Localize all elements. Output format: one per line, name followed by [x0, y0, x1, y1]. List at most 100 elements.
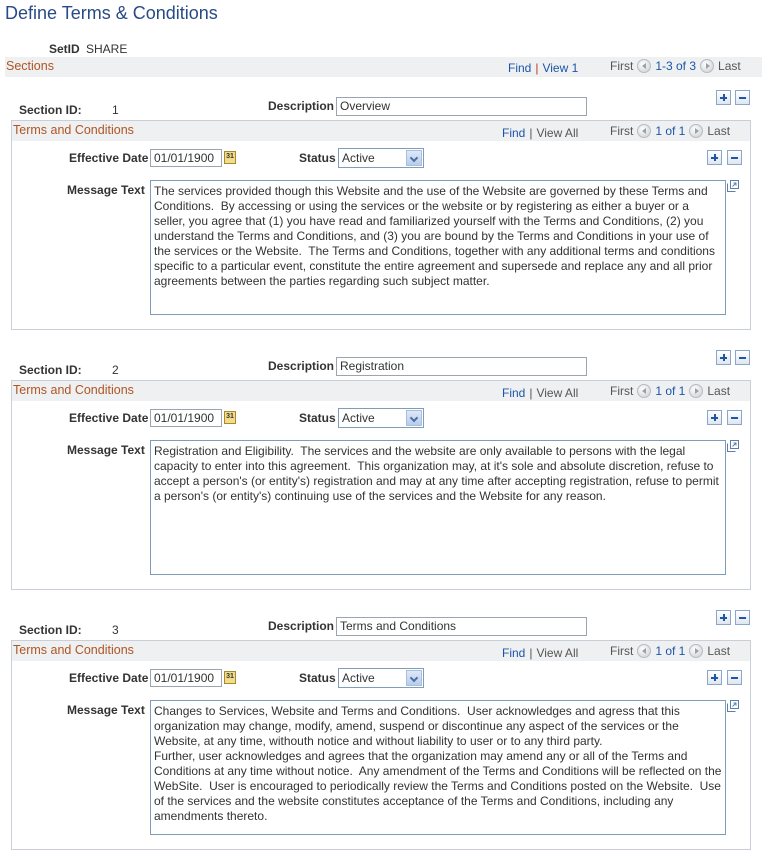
- terms-nav: Find | View All: [502, 386, 578, 400]
- terms-range: 1 of 1: [655, 644, 686, 658]
- effective-date-input[interactable]: 01/01/1900: [150, 149, 222, 167]
- next-arrow-icon[interactable]: [689, 644, 704, 658]
- status-select[interactable]: Active: [338, 408, 424, 428]
- status-label: Status: [299, 411, 336, 425]
- effective-date-input[interactable]: 01/01/1900: [150, 669, 222, 687]
- delete-section-button[interactable]: [735, 350, 750, 365]
- status-label: Status: [299, 151, 336, 165]
- section-row: Section ID: 1 Description Overview Terms…: [0, 86, 762, 346]
- add-section-button[interactable]: [716, 90, 731, 105]
- status-label: Status: [299, 671, 336, 685]
- message-text-label: Message Text: [67, 703, 145, 717]
- page-title: Define Terms & Conditions: [5, 3, 218, 23]
- terms-grid: Terms and Conditions Find | View All Fir…: [11, 120, 751, 330]
- sections-nav: Find | View 1: [508, 61, 578, 75]
- terms-view-all-link[interactable]: View All: [536, 646, 578, 660]
- previous-arrow-icon[interactable]: [637, 644, 652, 658]
- setid-label: SetID: [49, 42, 80, 56]
- section-row: Section ID: 2 Description Registration T…: [0, 346, 762, 606]
- next-arrow-icon[interactable]: [700, 59, 715, 73]
- terms-find-link[interactable]: Find: [502, 646, 525, 660]
- nav-separator: |: [529, 646, 533, 660]
- sections-last-label: Last: [718, 59, 741, 73]
- calendar-icon[interactable]: 31: [224, 671, 236, 684]
- sections-view-link[interactable]: View 1: [542, 61, 578, 75]
- terms-grid: Terms and Conditions Find | View All Fir…: [11, 380, 751, 590]
- next-arrow-icon[interactable]: [689, 124, 704, 138]
- sections-first-label: First: [610, 59, 634, 73]
- terms-header-bar: Terms and Conditions Find | View All Fir…: [12, 641, 750, 661]
- description-input[interactable]: Registration: [336, 357, 587, 376]
- expand-textarea-icon[interactable]: [727, 700, 739, 712]
- terms-header-bar: Terms and Conditions Find | View All Fir…: [12, 381, 750, 401]
- delete-row-button[interactable]: [727, 670, 742, 685]
- terms-pager: First 1 of 1 Last: [610, 384, 730, 398]
- delete-section-button[interactable]: [735, 610, 750, 625]
- terms-pager: First 1 of 1 Last: [610, 644, 730, 658]
- terms-nav: Find | View All: [502, 646, 578, 660]
- status-selected-value: Active: [342, 411, 375, 425]
- section-row: Section ID: 3 Description Terms and Cond…: [0, 606, 762, 866]
- add-row-button[interactable]: [707, 670, 722, 685]
- sections-title: Sections: [6, 59, 54, 73]
- status-selected-value: Active: [342, 151, 375, 165]
- previous-arrow-icon[interactable]: [637, 124, 652, 138]
- calendar-icon[interactable]: 31: [224, 151, 236, 164]
- sections-pager: First 1-3 of 3 Last: [610, 59, 741, 73]
- terms-pager: First 1 of 1 Last: [610, 124, 730, 138]
- effective-date-label: Effective Date: [69, 151, 149, 165]
- effective-date-input[interactable]: 01/01/1900: [150, 409, 222, 427]
- nav-separator: |: [535, 61, 539, 75]
- sections-range: 1-3 of 3: [655, 59, 697, 73]
- delete-row-button[interactable]: [727, 410, 742, 425]
- message-text-label: Message Text: [67, 183, 145, 197]
- delete-section-button[interactable]: [735, 90, 750, 105]
- chevron-down-icon[interactable]: [406, 670, 422, 686]
- previous-arrow-icon[interactable]: [637, 384, 652, 398]
- description-label: Description: [268, 99, 335, 113]
- terms-view-all-link[interactable]: View All: [536, 386, 578, 400]
- expand-textarea-icon[interactable]: [727, 440, 739, 452]
- terms-view-all-link[interactable]: View All: [536, 126, 578, 140]
- terms-range: 1 of 1: [655, 124, 686, 138]
- add-section-button[interactable]: [716, 350, 731, 365]
- section-id-value: 3: [112, 623, 119, 637]
- setid-value: SHARE: [86, 42, 128, 56]
- terms-last-label: Last: [707, 124, 731, 138]
- sections-header-bar: Sections Find | View 1 First 1-3 of 3 La…: [5, 57, 762, 77]
- description-input[interactable]: Terms and Conditions: [336, 617, 587, 636]
- section-id-label: Section ID:: [19, 623, 82, 637]
- terms-title: Terms and Conditions: [13, 123, 134, 137]
- add-row-button[interactable]: [707, 410, 722, 425]
- effective-date-label: Effective Date: [69, 671, 149, 685]
- terms-find-link[interactable]: Find: [502, 386, 525, 400]
- description-input[interactable]: Overview: [336, 97, 587, 116]
- expand-textarea-icon[interactable]: [727, 180, 739, 192]
- next-arrow-icon[interactable]: [689, 384, 704, 398]
- message-text-area[interactable]: The services provided though this Websit…: [150, 180, 726, 315]
- terms-nav: Find | View All: [502, 126, 578, 140]
- description-label: Description: [268, 359, 335, 373]
- calendar-icon[interactable]: 31: [224, 411, 236, 424]
- terms-find-link[interactable]: Find: [502, 126, 525, 140]
- terms-first-label: First: [610, 644, 634, 658]
- delete-row-button[interactable]: [727, 150, 742, 165]
- nav-separator: |: [529, 386, 533, 400]
- description-label: Description: [268, 619, 335, 633]
- add-row-button[interactable]: [707, 150, 722, 165]
- terms-first-label: First: [610, 384, 634, 398]
- message-text-area[interactable]: Registration and Eligibility. The servic…: [150, 440, 726, 575]
- message-text-area[interactable]: Changes to Services, Website and Terms a…: [150, 700, 726, 835]
- effective-date-label: Effective Date: [69, 411, 149, 425]
- previous-arrow-icon[interactable]: [637, 59, 652, 73]
- status-select[interactable]: Active: [338, 668, 424, 688]
- section-id-label: Section ID:: [19, 363, 82, 377]
- chevron-down-icon[interactable]: [406, 150, 422, 166]
- terms-title: Terms and Conditions: [13, 383, 134, 397]
- status-select[interactable]: Active: [338, 148, 424, 168]
- chevron-down-icon[interactable]: [406, 410, 422, 426]
- add-section-button[interactable]: [716, 610, 731, 625]
- status-selected-value: Active: [342, 671, 375, 685]
- terms-title: Terms and Conditions: [13, 643, 134, 657]
- sections-find-link[interactable]: Find: [508, 61, 531, 75]
